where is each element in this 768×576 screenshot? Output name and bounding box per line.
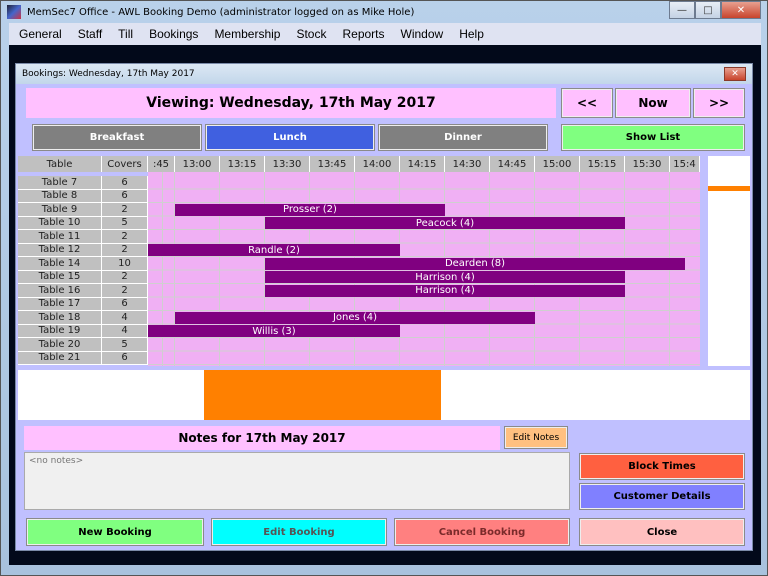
booking-bar[interactable]: Willis (3): [148, 325, 400, 337]
notes-title: Notes for 17th May 2017: [24, 426, 500, 450]
row-table-label: Table 19: [18, 324, 102, 338]
booking-bar[interactable]: Jones (4): [175, 311, 535, 324]
row-covers-label: 6: [102, 297, 148, 311]
header-table: Table: [18, 156, 102, 172]
booking-bar[interactable]: Harrison (4): [265, 271, 625, 283]
notes-text-area[interactable]: <no notes>: [24, 452, 570, 510]
edit-notes-button[interactable]: Edit Notes: [504, 426, 568, 449]
time-header: 15:4: [670, 156, 700, 172]
menu-bookings[interactable]: Bookings: [149, 27, 198, 41]
bookings-window-title: Bookings: Wednesday, 17th May 2017: [22, 69, 195, 79]
viewing-date-banner: Viewing: Wednesday, 17th May 2017: [26, 88, 556, 118]
row-table-label: Table 18: [18, 311, 102, 325]
tab-dinner[interactable]: Dinner: [378, 124, 548, 151]
booking-bar[interactable]: Randle (2): [148, 244, 400, 256]
row-table-label: Table 14: [18, 257, 102, 271]
app-window: MemSec7 Office - AWL Booking Demo (admin…: [0, 0, 768, 576]
close-icon: ✕: [736, 4, 746, 16]
close-button[interactable]: Close: [579, 518, 745, 546]
row-covers-label: 2: [102, 243, 148, 257]
menu-bar: General Staff Till Bookings Membership S…: [9, 23, 761, 45]
row-table-label: Table 17: [18, 297, 102, 311]
row-covers-label: 6: [102, 189, 148, 203]
menu-window[interactable]: Window: [401, 27, 444, 41]
bookings-window: Bookings: Wednesday, 17th May 2017 ✕ Vie…: [15, 63, 753, 551]
menu-stock[interactable]: Stock: [296, 27, 326, 41]
menu-staff[interactable]: Staff: [78, 27, 102, 41]
row-table-label: Table 15: [18, 270, 102, 284]
time-header: 15:00: [535, 156, 580, 172]
time-header: 14:45: [490, 156, 535, 172]
tab-breakfast[interactable]: Breakfast: [32, 124, 202, 151]
time-header: 14:00: [355, 156, 400, 172]
customer-details-button[interactable]: Customer Details: [579, 483, 745, 510]
row-covers-label: 4: [102, 311, 148, 325]
maximize-icon: □: [703, 4, 713, 16]
row-table-label: Table 8: [18, 189, 102, 203]
bookings-close-button[interactable]: ✕: [724, 67, 746, 81]
title-bar: MemSec7 Office - AWL Booking Demo (admin…: [1, 1, 768, 23]
block-times-button[interactable]: Block Times: [579, 453, 745, 480]
new-booking-button[interactable]: New Booking: [26, 518, 204, 546]
booking-bar[interactable]: Harrison (4): [265, 284, 625, 297]
menu-till[interactable]: Till: [118, 27, 133, 41]
menu-reports[interactable]: Reports: [342, 27, 384, 41]
time-header: 14:15: [400, 156, 445, 172]
menu-general[interactable]: General: [19, 27, 62, 41]
edit-booking-button[interactable]: Edit Booking: [211, 518, 387, 546]
now-button[interactable]: Now: [615, 88, 691, 118]
row-covers-label: 6: [102, 351, 148, 365]
row-covers-label: 6: [102, 176, 148, 190]
row-table-label: Table 20: [18, 338, 102, 352]
row-covers-label: 2: [102, 230, 148, 244]
bookings-window-title-bar: Bookings: Wednesday, 17th May 2017 ✕: [16, 64, 752, 84]
minimize-icon: —: [677, 4, 687, 16]
row-covers-label: 2: [102, 270, 148, 284]
row-table-label: Table 10: [18, 216, 102, 230]
show-list-button[interactable]: Show List: [561, 124, 745, 151]
row-covers-label: 10: [102, 257, 148, 271]
booking-bar[interactable]: Prosser (2): [175, 203, 445, 216]
row-table-label: Table 11: [18, 230, 102, 244]
minimize-button[interactable]: —: [669, 1, 695, 19]
row-table-label: Table 12: [18, 243, 102, 257]
maximize-button[interactable]: □: [695, 1, 721, 19]
time-header: 13:15: [220, 156, 265, 172]
row-table-label: Table 7: [18, 176, 102, 190]
row-table-label: Table 21: [18, 351, 102, 365]
row-covers-label: 4: [102, 324, 148, 338]
header-covers: Covers: [102, 156, 148, 172]
timeline-overview[interactable]: [18, 370, 750, 420]
menu-membership[interactable]: Membership: [214, 27, 280, 41]
time-header: :45: [148, 156, 175, 172]
time-header: 15:15: [580, 156, 625, 172]
time-header: 13:45: [310, 156, 355, 172]
prev-day-button[interactable]: <<: [561, 88, 613, 118]
time-header: 13:00: [175, 156, 220, 172]
booking-bar[interactable]: Dearden (8): [265, 257, 685, 270]
next-day-button[interactable]: >>: [693, 88, 745, 118]
booking-bar[interactable]: Peacock (4): [265, 217, 625, 229]
row-table-label: Table 9: [18, 203, 102, 217]
close-icon: ✕: [731, 69, 739, 79]
time-header: 15:30: [625, 156, 670, 172]
time-header: 13:30: [265, 156, 310, 172]
tab-lunch[interactable]: Lunch: [205, 124, 375, 151]
overview-selected-range[interactable]: [204, 370, 441, 420]
time-header: 14:30: [445, 156, 490, 172]
window-title: MemSec7 Office - AWL Booking Demo (admin…: [27, 6, 415, 18]
row-covers-label: 5: [102, 338, 148, 352]
app-logo-icon: [7, 5, 21, 19]
row-covers-label: 5: [102, 216, 148, 230]
row-covers-label: 2: [102, 284, 148, 298]
booking-grid: Table Covers :45 13:00 13:15 13:30 13:45 14:0…: [18, 156, 750, 368]
menu-help[interactable]: Help: [459, 27, 484, 41]
row-covers-label: 2: [102, 203, 148, 217]
current-time-marker: [708, 186, 750, 191]
close-window-button[interactable]: ✕: [721, 1, 761, 19]
cancel-booking-button[interactable]: Cancel Booking: [394, 518, 570, 546]
row-table-label: Table 16: [18, 284, 102, 298]
